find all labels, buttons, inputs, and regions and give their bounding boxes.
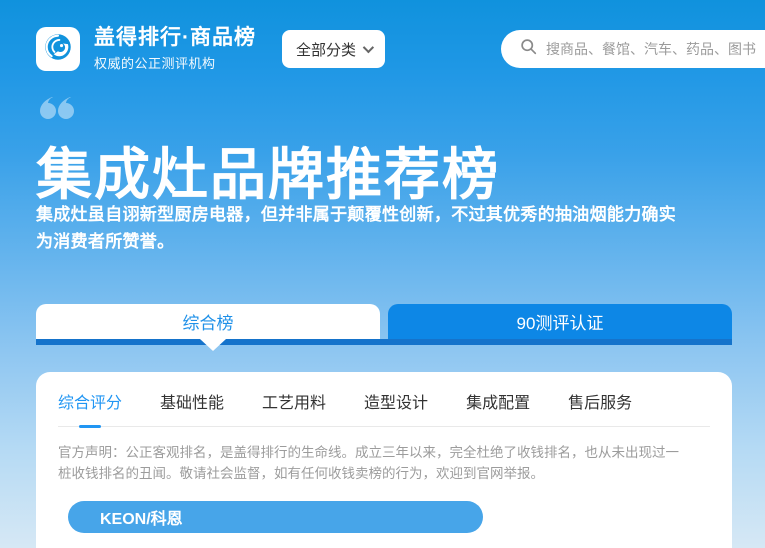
brand-title: 盖得排行·商品榜 <box>94 26 256 50</box>
page-description: 集成灶虽自诩新型厨房电器，但并非属于颠覆性创新，不过其优秀的抽油烟能力确实为消费… <box>36 201 691 255</box>
tab-90-certification[interactable]: 90测评认证 <box>388 304 732 339</box>
active-subtab-underline <box>79 425 101 428</box>
brand-logo[interactable] <box>36 27 80 71</box>
page-title: 集成灶品牌推荐榜 <box>36 130 500 211</box>
header: 盖得排行·商品榜 权威的公正测评机构 全部分类 <box>36 27 765 71</box>
tab-composite-ranking[interactable]: 综合榜 <box>36 304 380 339</box>
lion-logo-icon <box>41 30 75 69</box>
score-tab-bar: 综合评分 基础性能 工艺用料 造型设计 集成配置 售后服务 <box>58 389 710 413</box>
content-panel: 综合评分 基础性能 工艺用料 造型设计 集成配置 售后服务 官方声明：公正客观排… <box>36 372 732 548</box>
subtab-materials[interactable]: 工艺用料 <box>262 389 326 413</box>
brand-text: 盖得排行·商品榜 权威的公正测评机构 <box>94 26 256 72</box>
subtab-after-sales[interactable]: 售后服务 <box>568 389 632 413</box>
categories-button[interactable]: 全部分类 <box>282 30 385 68</box>
ranking-item-keon[interactable]: KEON/科恩 <box>68 501 483 533</box>
search-input[interactable] <box>546 41 765 57</box>
search-bar[interactable] <box>501 30 765 68</box>
page: 盖得排行·商品榜 权威的公正测评机构 全部分类 集成灶品牌推荐榜 集成灶 <box>0 0 765 548</box>
brand-subtitle: 权威的公正测评机构 <box>94 53 256 72</box>
tab-label: 90测评认证 <box>517 309 604 334</box>
subtab-design[interactable]: 造型设计 <box>364 389 428 413</box>
search-icon <box>520 38 537 60</box>
ranking-item-label: KEON/科恩 <box>100 505 183 529</box>
quote-icon <box>38 94 76 127</box>
chevron-down-icon <box>363 42 374 53</box>
official-statement: 官方声明：公正客观排名，是盖得排行的生命线。成立三年以来，完全杜绝了收钱排名，也… <box>58 442 686 484</box>
subtab-integration[interactable]: 集成配置 <box>466 389 530 413</box>
categories-button-label: 全部分类 <box>296 39 356 60</box>
subtab-overall-score[interactable]: 综合评分 <box>58 389 122 413</box>
tab-strip <box>36 339 732 345</box>
tab-label: 综合榜 <box>183 309 234 334</box>
active-tab-pointer <box>200 339 226 351</box>
subtab-divider <box>58 426 710 427</box>
subtab-basic-performance[interactable]: 基础性能 <box>160 389 224 413</box>
main-tab-bar: 综合榜 90测评认证 <box>36 304 732 339</box>
